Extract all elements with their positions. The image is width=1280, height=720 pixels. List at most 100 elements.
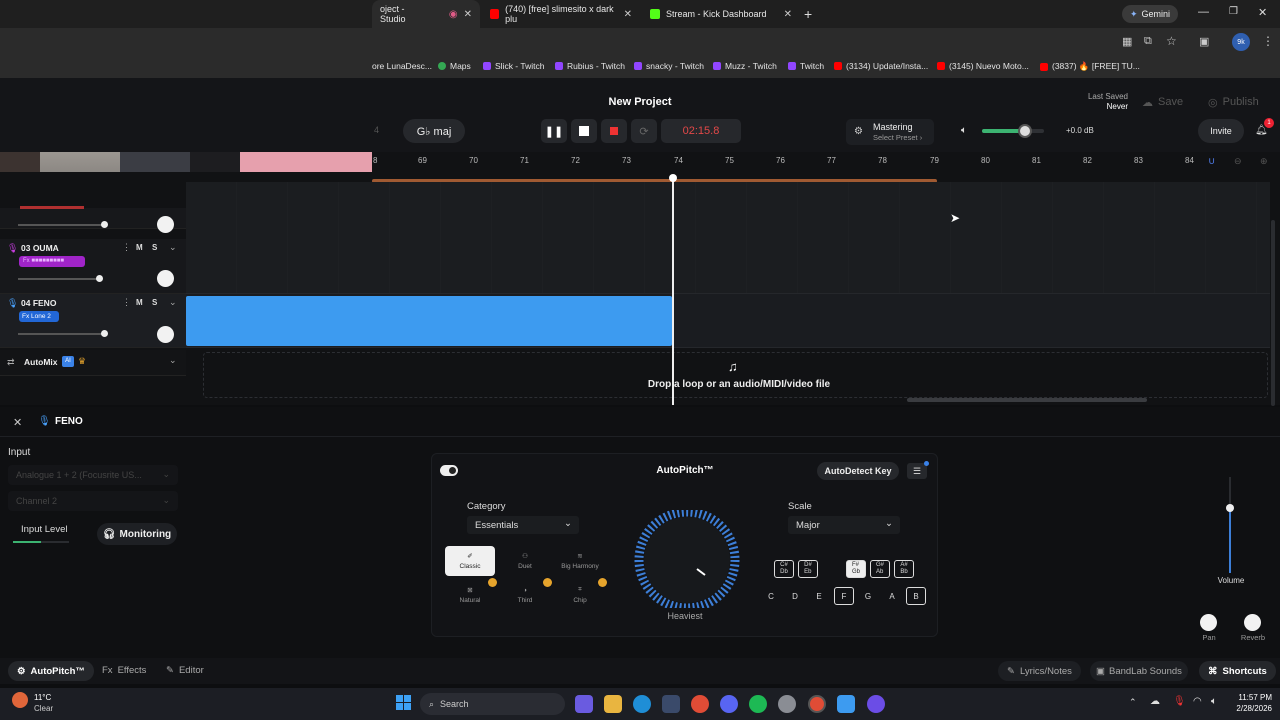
new-tab-button[interactable]: + — [804, 6, 812, 22]
bookmark-item[interactable]: Maps — [438, 61, 471, 71]
stop-button[interactable] — [571, 119, 597, 143]
sidepanel-icon[interactable]: ▣ — [1199, 35, 1209, 48]
settings-icon[interactable] — [778, 695, 796, 713]
input-device-select[interactable]: Analogue 1 + 2 (Focusrite US... ⌄ — [8, 465, 178, 485]
fx-chain-tag[interactable]: Fx Lone 2 — [19, 311, 59, 322]
key-asharp[interactable]: A# Bb — [894, 560, 914, 578]
pan-knob[interactable] — [1200, 614, 1217, 631]
key-dsharp[interactable]: D# Eb — [798, 560, 818, 578]
close-panel-icon[interactable]: ✕ — [13, 416, 22, 429]
close-icon[interactable]: ✕ — [464, 9, 472, 20]
volume-icon[interactable]: 🔈︎ — [1211, 696, 1217, 707]
key-c[interactable]: C — [761, 587, 781, 605]
record-button[interactable] — [601, 119, 627, 143]
bookmark-item[interactable]: Slick - Twitch — [483, 61, 544, 71]
solo-button[interactable]: S — [152, 243, 157, 252]
track-name[interactable]: 04 FENO — [21, 298, 56, 308]
tab-effects[interactable]: Fx Effects — [102, 665, 146, 676]
strength-knob[interactable] — [629, 510, 745, 608]
bandlab-sounds-button[interactable]: ▣ BandLab Sounds — [1090, 661, 1188, 681]
minimize-button[interactable]: — — [1198, 6, 1209, 18]
clock-time[interactable]: 11:57 PM — [1222, 693, 1272, 702]
tab-editor[interactable]: ✎ Editor — [166, 665, 204, 676]
category-select[interactable]: Essentials ⌄ — [467, 516, 579, 534]
obs-icon[interactable] — [867, 695, 885, 713]
taskbar-search[interactable]: ⌕ Search — [420, 693, 565, 715]
volume-slider[interactable] — [18, 224, 104, 226]
profile-avatar[interactable]: 9k — [1232, 33, 1250, 51]
automix-row[interactable]: ⇄ AutoMix AI ♛ ⌄ — [0, 350, 186, 376]
publish-button[interactable]: ◎ Publish — [1200, 92, 1267, 112]
close-icon[interactable]: ✕ — [624, 9, 632, 20]
microphone-icon[interactable]: 🎙︎ — [1173, 696, 1186, 707]
lyrics-notes-button[interactable]: ✎ Lyrics/Notes — [998, 661, 1081, 681]
reverb-knob[interactable] — [1244, 614, 1261, 631]
master-volume-slider[interactable] — [982, 124, 1044, 138]
qr-icon[interactable]: ▦ — [1122, 35, 1132, 48]
key-gsharp[interactable]: G# Ab — [870, 560, 890, 578]
tab-youtube[interactable]: (740) [free] slimesito x dark plu ✕ — [482, 0, 640, 28]
zoom-out-icon[interactable]: ⊖ — [1234, 156, 1242, 167]
maximize-button[interactable]: ❐ — [1229, 6, 1238, 17]
track-name[interactable]: 03 OUMA — [21, 243, 59, 253]
key-a[interactable]: A — [882, 587, 902, 605]
app-icon[interactable] — [837, 695, 855, 713]
key-button[interactable]: G♭ maj — [403, 119, 465, 143]
mute-button[interactable]: M — [136, 243, 143, 252]
speaker-icon[interactable]: 🔈︎ — [961, 125, 967, 136]
volume-slider[interactable] — [18, 333, 106, 335]
volume-slider-handle[interactable] — [96, 275, 103, 282]
tab-studio[interactable]: oject - Studio ◉ ✕ — [372, 0, 480, 28]
bookmark-star-icon[interactable]: ☆ — [1166, 34, 1177, 48]
mastering-button[interactable]: ⚙ Mastering Select Preset › — [846, 119, 934, 145]
monitoring-button[interactable]: 🎧︎ Monitoring — [97, 523, 177, 545]
bookmark-item[interactable]: Muzz - Twitch — [713, 61, 777, 71]
mute-button[interactable]: M — [136, 298, 143, 307]
save-button[interactable]: ☁ Save — [1134, 92, 1191, 112]
project-title[interactable]: New Project — [600, 96, 680, 108]
tab-autopitch[interactable]: ⚙ AutoPitch™ — [8, 661, 94, 681]
discord-icon[interactable] — [720, 695, 738, 713]
close-icon[interactable]: ✕ — [784, 9, 792, 20]
bookmark-item[interactable]: Rubius - Twitch — [555, 61, 625, 71]
key-d[interactable]: D — [785, 587, 805, 605]
solo-button[interactable]: S — [152, 298, 157, 307]
key-csharp[interactable]: C# Db — [774, 560, 794, 578]
chrome-icon[interactable] — [691, 695, 709, 713]
volume-handle[interactable] — [1018, 124, 1032, 138]
spotify-icon[interactable] — [749, 695, 767, 713]
fader-handle[interactable] — [1226, 504, 1234, 512]
timeline-ruler[interactable]: 8 69 70 71 72 73 74 75 76 77 78 79 80 81… — [372, 152, 1280, 172]
loop-button[interactable]: ⟳ — [631, 119, 657, 143]
shortcuts-button[interactable]: ⌘ Shortcuts — [1199, 661, 1276, 681]
playhead[interactable] — [672, 176, 674, 405]
vertical-scrollbar[interactable] — [1271, 220, 1275, 406]
windows-start-icon[interactable] — [396, 695, 412, 711]
volume-slider-handle[interactable] — [101, 330, 108, 337]
mode-classic[interactable]: ✐ Classic — [445, 546, 495, 576]
zoom-in-icon[interactable]: ⊕ — [1260, 156, 1268, 167]
track-header-feno[interactable]: 🎙︎ 04 FENO ⋮ M S ⌄ Fx Lone 2 — [0, 294, 186, 348]
horizontal-scrollbar[interactable] — [907, 398, 1147, 402]
copilot-icon[interactable] — [575, 695, 593, 713]
bookmark-item[interactable]: snacky - Twitch — [634, 61, 704, 71]
fx-chain-tag[interactable]: Fx ■■■■■■■■■ — [19, 256, 85, 267]
edge-icon[interactable] — [633, 695, 651, 713]
key-f[interactable]: F — [834, 587, 854, 605]
bookmark-item[interactable]: ore LunaDesc... — [372, 61, 432, 71]
window-close-button[interactable]: ✕ — [1258, 6, 1267, 19]
weather-icon[interactable] — [12, 692, 28, 708]
tab-kick[interactable]: Stream - Kick Dashboard ✕ — [642, 0, 800, 28]
chevron-down-icon[interactable]: ⌄ — [169, 297, 177, 308]
track-header-ouma[interactable]: 🎙︎ 03 OUMA ⋮ M S ⌄ Fx ■■■■■■■■■ — [0, 239, 186, 294]
volume-slider-handle[interactable] — [101, 221, 108, 228]
bookmark-item[interactable]: (3145) Nuevo Moto... — [937, 61, 1029, 71]
pan-knob[interactable] — [157, 216, 174, 233]
clock-date[interactable]: 2/28/2026 — [1222, 704, 1272, 713]
chevron-down-icon[interactable]: ⌄ — [169, 242, 177, 253]
file-explorer-icon[interactable] — [604, 695, 622, 713]
volume-slider[interactable] — [18, 278, 100, 280]
drop-zone[interactable]: ♫ Drop a loop or an audio/MIDI/video fil… — [203, 352, 1268, 398]
track-menu-icon[interactable]: ⋮ — [122, 297, 131, 308]
playhead-handle[interactable] — [669, 174, 677, 182]
